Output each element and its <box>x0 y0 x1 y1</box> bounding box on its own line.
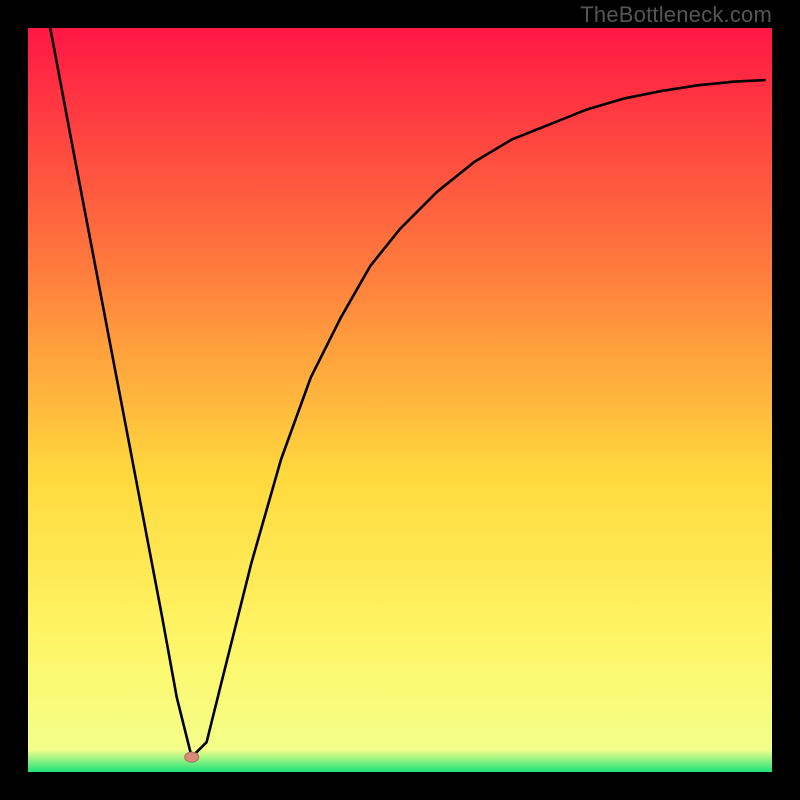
chart-svg <box>28 28 772 772</box>
watermark-text: TheBottleneck.com <box>580 2 772 28</box>
minimum-marker <box>185 752 199 762</box>
gradient-background <box>28 28 772 772</box>
chart-frame: TheBottleneck.com <box>0 0 800 800</box>
plot-area <box>28 28 772 772</box>
